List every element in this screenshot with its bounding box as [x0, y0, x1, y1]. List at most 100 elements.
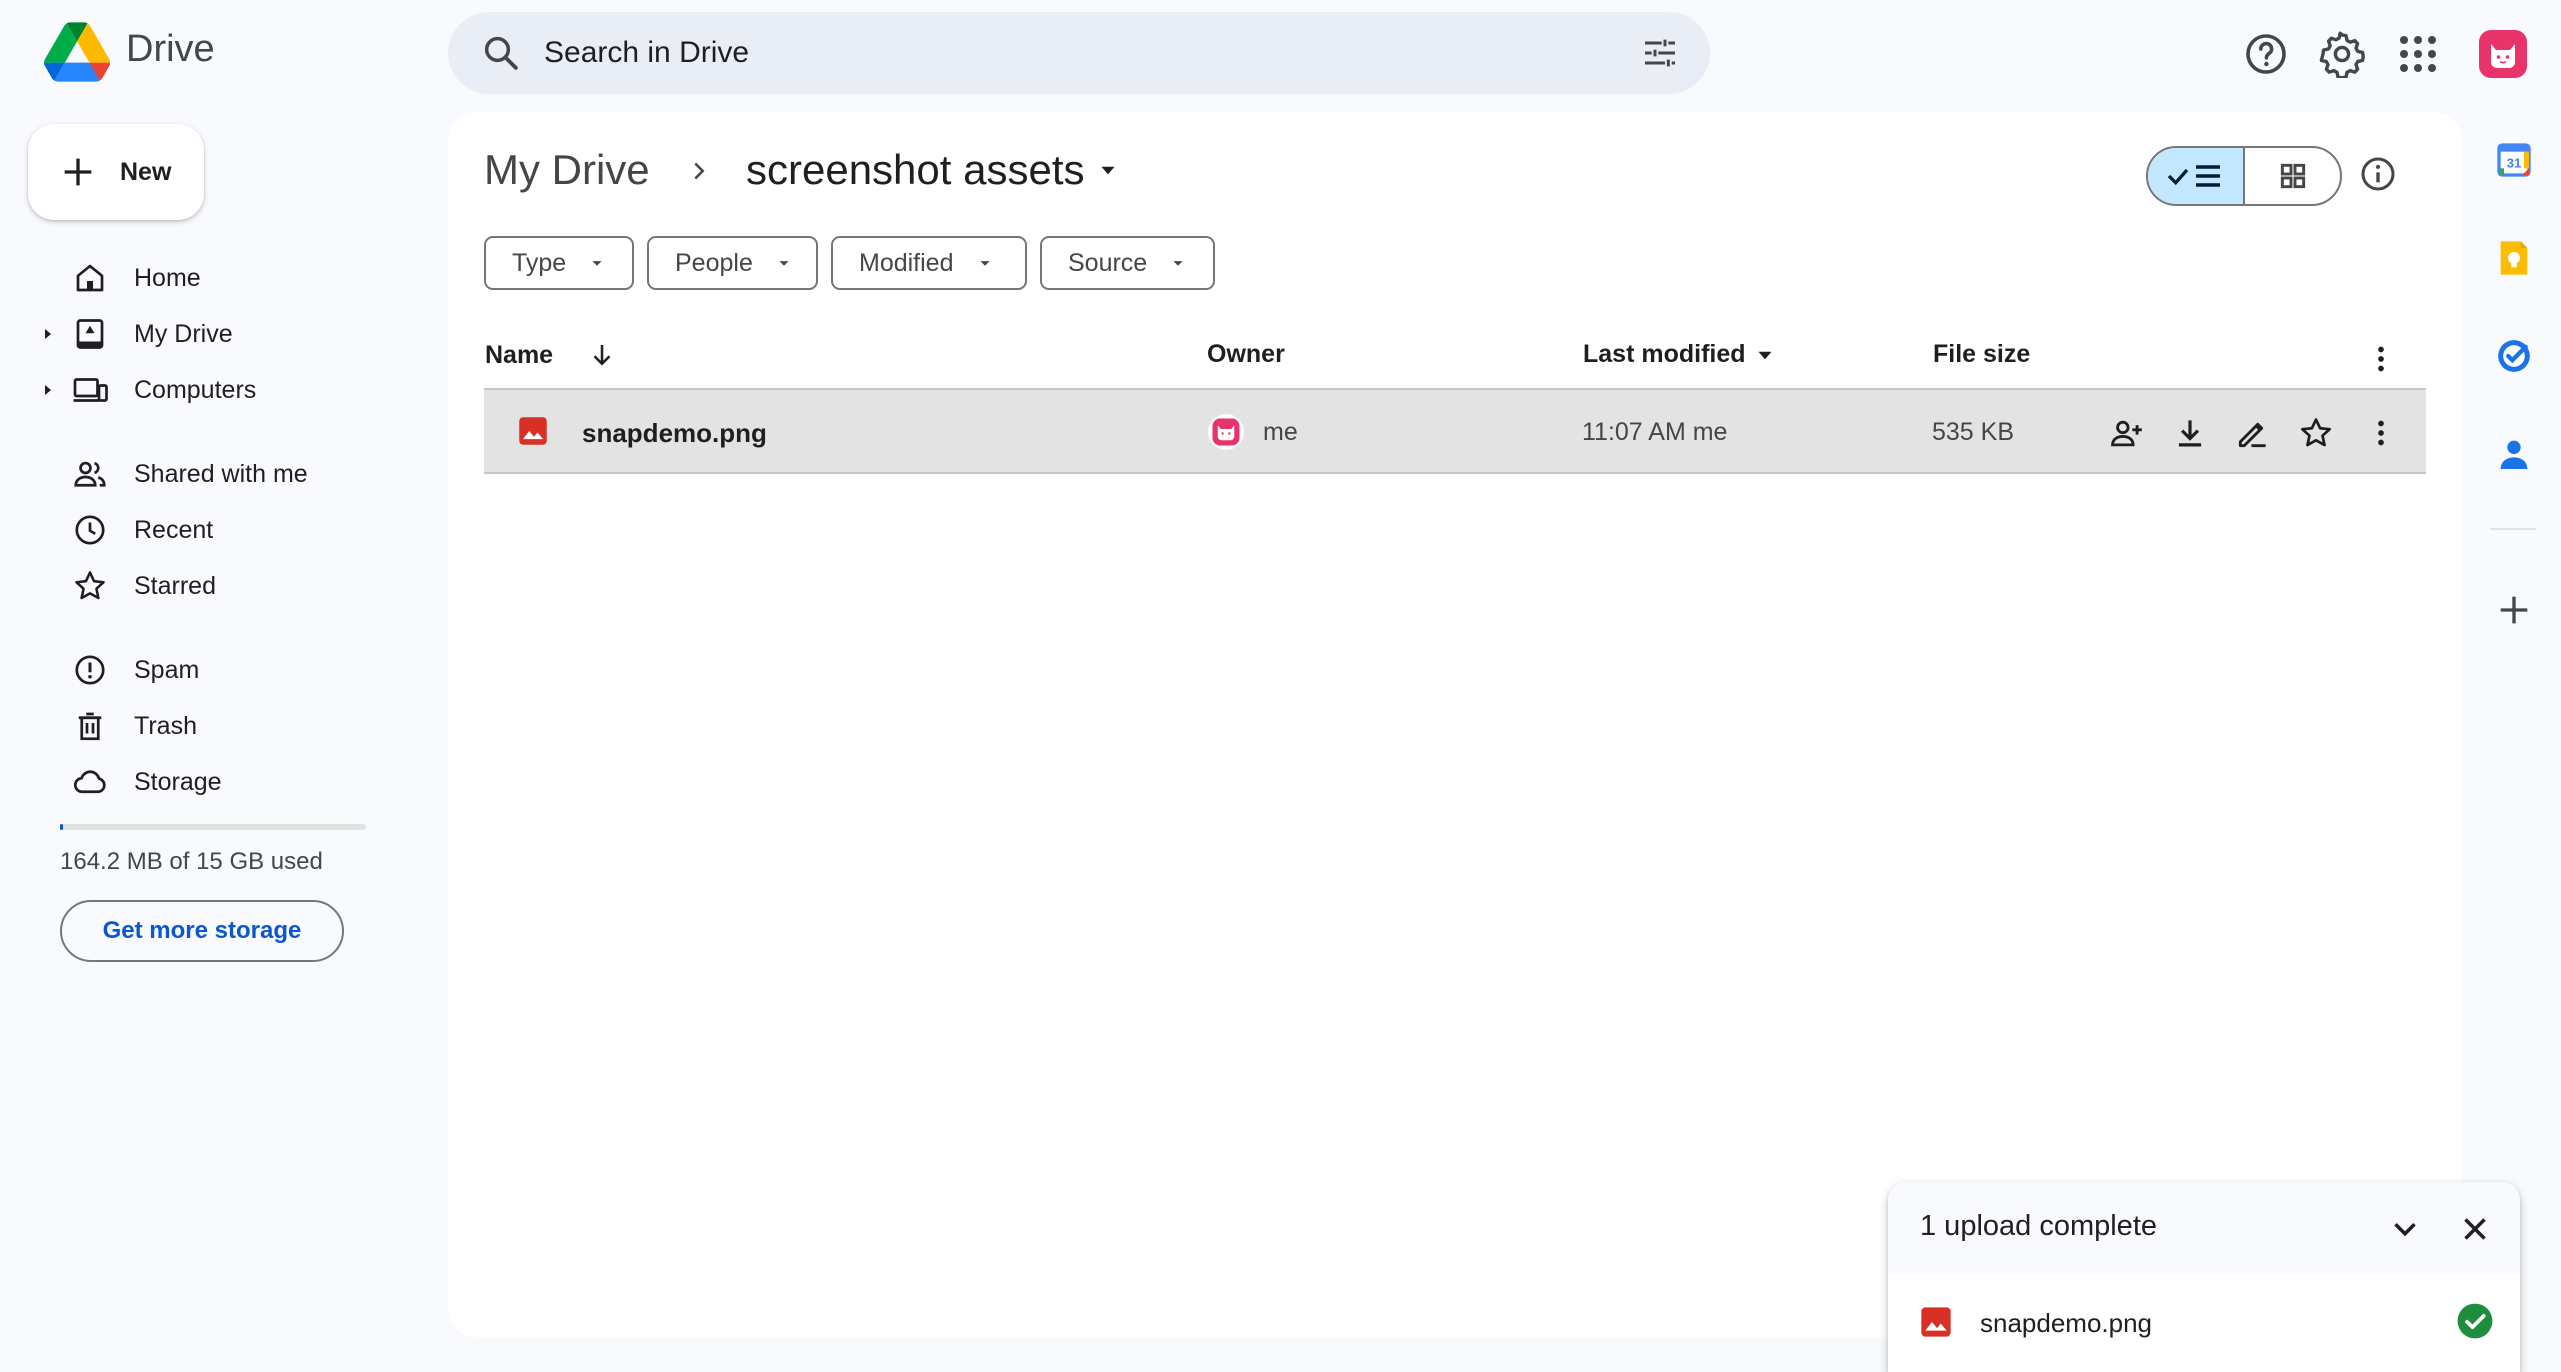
close-icon[interactable] [2456, 1210, 2494, 1248]
filter-source[interactable]: Source [1040, 236, 1215, 290]
share-person-add-icon[interactable] [2107, 414, 2145, 452]
column-header-label: Owner [1207, 340, 1285, 368]
contacts-icon[interactable] [2494, 434, 2534, 474]
filter-type[interactable]: Type [484, 236, 634, 290]
filter-label: Source [1068, 248, 1148, 277]
more-options-icon[interactable] [2362, 340, 2400, 378]
owner-avatar [1208, 414, 1244, 450]
sidebar-item-storage[interactable]: Storage [30, 754, 390, 810]
file-size-value: 535 KB [1932, 418, 2015, 446]
rename-pencil-icon[interactable] [2234, 414, 2272, 452]
sidebar-item-starred[interactable]: Starred [30, 558, 390, 614]
sidebar-item-trash[interactable]: Trash [30, 698, 390, 754]
account-avatar[interactable] [2479, 30, 2527, 78]
column-header-label: Last modified [1583, 340, 1746, 368]
help-icon[interactable] [2242, 30, 2290, 78]
folder-title: screenshot assets [746, 146, 1085, 193]
sidebar-item-label: Trash [134, 711, 197, 740]
file-name[interactable]: snapdemo.png [582, 418, 767, 449]
divider [484, 472, 2426, 474]
sidebar-item-spam[interactable]: Spam [30, 642, 390, 698]
dropdown-arrow-icon [1095, 157, 1121, 183]
sidebar-item-my-drive[interactable]: My Drive [30, 306, 390, 362]
calendar-icon[interactable]: 31 [2494, 140, 2534, 180]
main-panel [448, 112, 2462, 1337]
add-addon-plus-icon[interactable] [2494, 590, 2534, 630]
star-icon[interactable] [2297, 414, 2335, 452]
sidebar-item-recent[interactable]: Recent [30, 502, 390, 558]
sidebar-item-shared-with-me[interactable]: Shared with me [30, 446, 390, 502]
list-view-button[interactable] [2148, 148, 2243, 204]
dropdown-arrow-icon [1167, 252, 1189, 274]
sidebar-item-label: My Drive [134, 319, 233, 348]
filter-people[interactable]: People [647, 236, 818, 290]
keep-icon[interactable] [2494, 238, 2534, 278]
uploaded-file-name[interactable]: snapdemo.png [1980, 1308, 2152, 1339]
svg-text:31: 31 [2507, 156, 2522, 171]
home-icon [72, 260, 108, 296]
sidebar-item-label: Spam [134, 655, 200, 684]
grid-icon [2280, 163, 2305, 189]
row-more-options-icon[interactable] [2362, 414, 2400, 452]
sidebar-item-computers[interactable]: Computers [30, 362, 390, 418]
search-icon[interactable] [480, 32, 522, 74]
sidebar-item-home[interactable]: Home [30, 250, 390, 306]
column-header-label: Name [485, 340, 554, 369]
breadcrumb-current-folder[interactable]: screenshot assets [746, 146, 1121, 194]
sidebar-item-label: Starred [134, 571, 216, 600]
grid-view-button[interactable] [2245, 148, 2340, 204]
image-file-icon [1920, 1306, 1952, 1338]
apps-grid-icon[interactable] [2394, 30, 2442, 78]
drive-logo[interactable] [44, 22, 110, 82]
expand-caret-icon[interactable] [40, 382, 56, 398]
new-button-label: New [120, 157, 172, 186]
column-header-name[interactable]: Name [485, 340, 617, 370]
view-toggle[interactable] [2146, 146, 2342, 206]
settings-icon[interactable] [2318, 30, 2366, 78]
storage-usage-fill [60, 824, 64, 830]
search-options-icon[interactable] [1640, 33, 1680, 73]
sort-arrow-down-icon[interactable] [587, 340, 617, 370]
sidebar-item-label: Shared with me [134, 459, 308, 488]
column-header-label: File size [1933, 340, 2031, 368]
my-drive-icon [72, 316, 108, 352]
plus-icon [58, 152, 98, 192]
download-icon[interactable] [2171, 414, 2209, 452]
divider [2490, 528, 2536, 530]
collapse-chevron-down-icon[interactable] [2386, 1210, 2424, 1248]
spam-icon [72, 652, 108, 688]
last-modified-value: 11:07 AM me [1582, 418, 1728, 446]
new-button[interactable]: New [28, 124, 204, 220]
image-file-icon [518, 416, 548, 446]
sidebar-item-label: Home [134, 263, 201, 292]
dropdown-arrow-icon [773, 252, 795, 274]
upload-complete-check-icon [2456, 1302, 2494, 1340]
sidebar-item-label: Storage [134, 767, 222, 796]
breadcrumb-root[interactable]: My Drive [484, 146, 650, 194]
tasks-icon[interactable] [2494, 336, 2534, 376]
cloud-icon [72, 764, 108, 800]
column-header-file-size[interactable]: File size [1933, 340, 2030, 369]
dropdown-arrow-icon [974, 252, 996, 274]
filter-modified[interactable]: Modified [831, 236, 1027, 290]
storage-usage-bar [60, 824, 366, 830]
storage-used-text: 164.2 MB of 15 GB used [60, 848, 323, 875]
expand-caret-icon[interactable] [40, 326, 56, 342]
filter-label: People [675, 248, 753, 277]
info-icon[interactable] [2358, 154, 2398, 194]
sidebar-item-label: Computers [134, 375, 257, 404]
filter-label: Type [512, 248, 567, 277]
upload-status-title: 1 upload complete [1920, 1210, 2157, 1242]
chevron-right-icon [684, 156, 714, 186]
owner-name: me [1263, 418, 1298, 446]
trash-icon [72, 708, 108, 744]
search-input[interactable]: Search in Drive [544, 36, 1640, 70]
check-list-icon [2167, 165, 2220, 187]
column-header-last-modified[interactable]: Last modified [1583, 340, 1778, 369]
search-bar[interactable]: Search in Drive [448, 12, 1710, 94]
filter-label: Modified [859, 248, 954, 277]
column-header-owner[interactable]: Owner [1207, 340, 1285, 369]
get-more-storage-button[interactable]: Get more storage [60, 900, 344, 962]
clock-icon [72, 512, 108, 548]
shared-icon [72, 456, 108, 492]
